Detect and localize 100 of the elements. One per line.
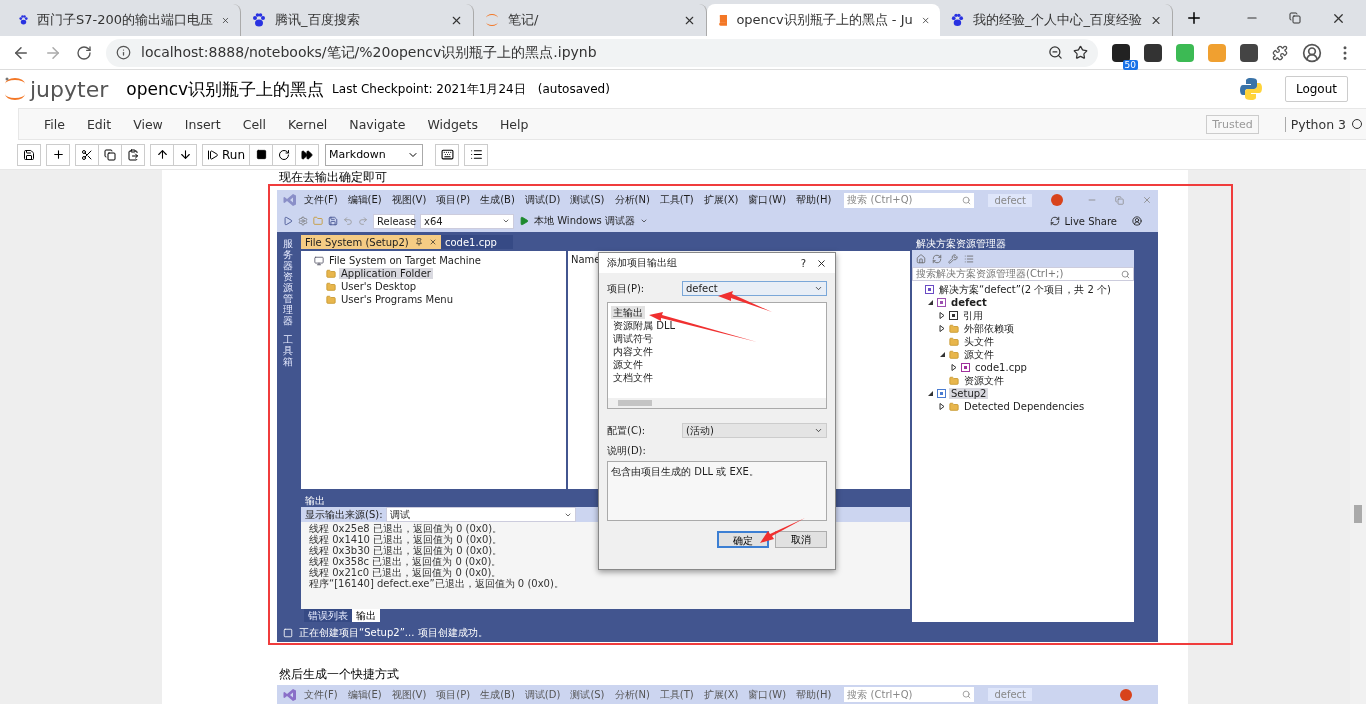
tree-item[interactable]: User's Programs Menu bbox=[339, 294, 455, 305]
expanded-arrow-icon[interactable] bbox=[939, 351, 946, 358]
list-item[interactable]: 文档文件 bbox=[611, 371, 655, 384]
tree-item[interactable]: Detected Dependencies bbox=[962, 401, 1087, 412]
reload-icon[interactable] bbox=[76, 44, 92, 61]
pin-icon[interactable] bbox=[414, 238, 423, 246]
document-tab[interactable]: code1.cpp bbox=[441, 235, 513, 249]
configuration-dropdown[interactable]: Release bbox=[373, 213, 415, 229]
tree-item[interactable]: User's Desktop bbox=[339, 281, 419, 292]
run-all-button[interactable] bbox=[295, 143, 319, 166]
collapsed-arrow-icon[interactable] bbox=[951, 364, 958, 371]
panel-tab[interactable]: 错误列表 bbox=[304, 609, 352, 622]
address-field[interactable]: localhost:8888/notebooks/笔记/%20opencv识别瓶子上的黑点.ipynb bbox=[106, 38, 1098, 67]
ide-menu-item[interactable]: 窗口(W) bbox=[745, 193, 790, 207]
command-list-button[interactable] bbox=[464, 143, 488, 166]
document-tab[interactable]: File System (Setup2) bbox=[301, 235, 441, 249]
logout-button[interactable]: Logout bbox=[1284, 76, 1348, 102]
restore-icon[interactable] bbox=[1289, 12, 1301, 24]
explorer-search-field[interactable]: 搜索解决方案资源管理器(Ctrl+;) bbox=[912, 267, 1134, 281]
ide-menu-item[interactable]: 编辑(E) bbox=[344, 687, 385, 702]
stop-button[interactable] bbox=[249, 143, 273, 166]
list-item[interactable]: 调试符号 bbox=[611, 332, 655, 345]
ide-menu-item[interactable]: 生成(B) bbox=[477, 193, 518, 207]
list-item[interactable]: 资源附属 DLL bbox=[611, 319, 678, 332]
ide-menu-item[interactable]: 调试(D) bbox=[521, 193, 564, 207]
side-tab[interactable]: 服务器资源管理器 bbox=[283, 238, 293, 326]
scrollbar-thumb[interactable] bbox=[1354, 505, 1362, 523]
menu-item[interactable]: Help bbox=[488, 116, 540, 132]
collapsed-arrow-icon[interactable] bbox=[939, 312, 946, 319]
ide-menu-item[interactable]: 分析(N) bbox=[611, 687, 653, 702]
ide-menu-item[interactable]: 帮助(H) bbox=[793, 193, 835, 207]
ide-search-field[interactable]: 搜索 (Ctrl+Q) bbox=[844, 687, 975, 702]
ide-menu-item[interactable]: 扩展(X) bbox=[700, 687, 742, 702]
sync-icon[interactable] bbox=[932, 253, 942, 264]
ide-menu-item[interactable]: 扩展(X) bbox=[700, 193, 742, 207]
zoom-icon[interactable] bbox=[1048, 45, 1063, 60]
menu-item[interactable]: File bbox=[33, 116, 76, 132]
tree-item[interactable]: code1.cpp bbox=[973, 362, 1029, 373]
move-up-button[interactable] bbox=[150, 143, 174, 166]
ide-menu-item[interactable]: 文件(F) bbox=[301, 687, 341, 702]
extension-icon[interactable] bbox=[1112, 43, 1130, 62]
run-button[interactable]: Run bbox=[202, 143, 250, 166]
tree-item[interactable]: Application Folder bbox=[339, 268, 433, 279]
copy-button[interactable] bbox=[98, 143, 122, 166]
expanded-arrow-icon[interactable] bbox=[927, 390, 934, 397]
add-cell-button[interactable] bbox=[46, 143, 70, 166]
tree-item[interactable]: 资源文件 bbox=[962, 373, 1006, 388]
menu-item[interactable]: Insert bbox=[173, 116, 232, 132]
tree-item[interactable]: defect bbox=[949, 297, 989, 308]
menu-item[interactable]: Edit bbox=[75, 116, 123, 132]
ide-menu-item[interactable]: 项目(P) bbox=[433, 687, 474, 702]
keyboard-button[interactable] bbox=[435, 143, 459, 166]
tree-item[interactable]: 源文件 bbox=[962, 347, 996, 362]
configuration-dropdown[interactable]: (活动) bbox=[682, 423, 827, 438]
extension-icon[interactable] bbox=[1144, 43, 1162, 62]
ide-menu-item[interactable]: 文件(F) bbox=[301, 193, 341, 207]
ide-menu-item[interactable]: 视图(V) bbox=[388, 687, 430, 702]
ide-menu-item[interactable]: 工具(T) bbox=[656, 193, 697, 207]
ide-menu-item[interactable]: 生成(B) bbox=[477, 687, 518, 702]
feedback-icon[interactable] bbox=[1132, 216, 1142, 226]
collapsed-arrow-icon[interactable] bbox=[939, 325, 946, 332]
help-button[interactable]: ? bbox=[800, 257, 806, 269]
tree-item[interactable]: File System on Target Machine bbox=[327, 255, 483, 266]
ide-menu-item[interactable]: 分析(N) bbox=[611, 193, 653, 207]
restart-button[interactable] bbox=[272, 143, 296, 166]
ide-menu-item[interactable]: 项目(P) bbox=[433, 193, 474, 207]
ide-menu-item[interactable]: 工具(T) bbox=[656, 687, 697, 702]
close-icon[interactable] bbox=[816, 257, 827, 269]
ide-menu-item[interactable]: 窗口(W) bbox=[745, 687, 790, 702]
menu-item[interactable]: View bbox=[122, 116, 174, 132]
debugger-button[interactable]: 本地 Windows 调试器 bbox=[534, 214, 635, 228]
profile-icon[interactable] bbox=[1302, 42, 1322, 63]
list-item[interactable]: 源文件 bbox=[611, 358, 645, 371]
ide-menu-item[interactable]: 测试(S) bbox=[567, 687, 608, 702]
platform-dropdown[interactable]: x64 bbox=[420, 213, 514, 229]
kernel-name[interactable]: Python 3 bbox=[1284, 116, 1346, 132]
ide-menu-item[interactable]: 测试(S) bbox=[567, 193, 608, 207]
save-button[interactable] bbox=[17, 143, 41, 166]
project-dropdown[interactable]: defect bbox=[682, 281, 827, 296]
ide-search-field[interactable]: 搜索 (Ctrl+Q) bbox=[844, 192, 975, 208]
ide-menu-item[interactable]: 帮助(H) bbox=[793, 687, 835, 702]
new-tab-icon[interactable] bbox=[1185, 9, 1203, 27]
tree-item[interactable]: 外部依赖项 bbox=[962, 321, 1016, 336]
panel-tab[interactable]: 输出 bbox=[352, 609, 380, 622]
cell-type-select[interactable]: Markdown bbox=[325, 143, 423, 166]
side-tab[interactable]: 工具箱 bbox=[283, 334, 293, 367]
tree-item[interactable]: 引用 bbox=[961, 308, 985, 323]
list-item[interactable]: 主输出 bbox=[611, 306, 645, 319]
cancel-button[interactable]: 取消 bbox=[775, 531, 827, 548]
collapsed-arrow-icon[interactable] bbox=[939, 403, 946, 410]
tree-item[interactable]: 解决方案“defect”(2 个项目，共 2 个) bbox=[937, 282, 1114, 297]
ide-menu-item[interactable]: 调试(D) bbox=[521, 687, 564, 702]
move-down-button[interactable] bbox=[173, 143, 197, 166]
save-icon[interactable] bbox=[328, 216, 338, 226]
expanded-arrow-icon[interactable] bbox=[927, 299, 934, 306]
paste-button[interactable] bbox=[121, 143, 145, 166]
ok-button[interactable]: 确定 bbox=[717, 531, 769, 548]
output-source-dropdown[interactable]: 调试 bbox=[385, 507, 576, 522]
caret-icon[interactable] bbox=[640, 217, 648, 225]
browser-tab[interactable]: opencv识别瓶子上的黑点 - Ju bbox=[707, 4, 940, 36]
